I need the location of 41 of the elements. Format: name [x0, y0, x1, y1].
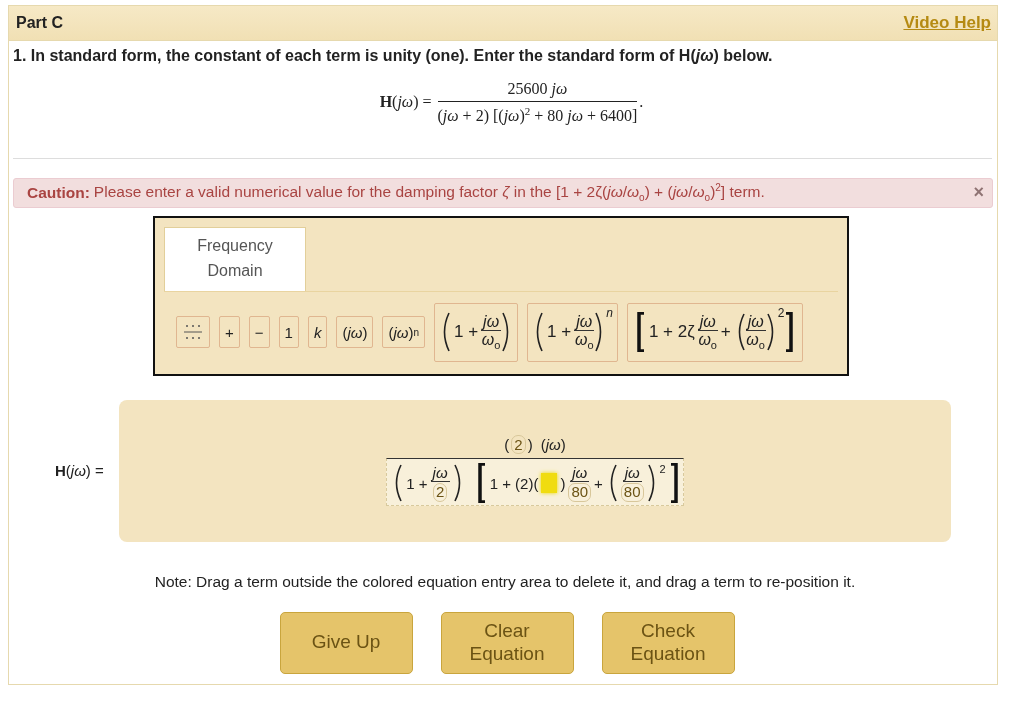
left-bracket-icon [635, 312, 646, 353]
action-button[interactable]: Check Equation [601, 611, 735, 674]
numerator-paren: ( [504, 436, 510, 454]
term-tile[interactable]: (jω)$^{n}$ [382, 316, 425, 349]
term-tile[interactable]: (jω) [336, 316, 374, 349]
term-text: 1 + (2)( [489, 474, 539, 492]
exponent: 2 [659, 463, 666, 476]
term-text: 1 + [406, 474, 428, 492]
answer-lhs: H(jω) = [55, 462, 105, 480]
numerator-paren: ) [527, 436, 533, 454]
part-title: Part C [16, 14, 64, 32]
palette-tab[interactable]: Frequency Domain [164, 226, 306, 291]
fraction-numerator: jω [622, 464, 642, 483]
fraction-term-tile[interactable] [176, 316, 210, 349]
note-text: Note: Drag a term outside the colored equation entry area to delete it, and drag a term to re-position it. [153, 572, 857, 591]
term-tile[interactable]: + [219, 316, 240, 349]
fraction-icon [183, 323, 203, 342]
damping-factor-field[interactable] [541, 473, 558, 494]
caution-message: Please enter a valid numerical value for the damping factor ζ in the [1 + 2ζ(jω/ω$_{o}$) + (jω/ω$_{o}$)$^{2}$] term. [93, 182, 766, 204]
corner-frequency-value[interactable]: 80 [568, 483, 592, 502]
fraction-numerator: jω [430, 464, 450, 483]
equation-period: . [639, 93, 644, 112]
left-bracket-icon [476, 463, 487, 504]
question-text: 1. In standard form, the constant of each term is unity (one). Enter the standard form of H(jω) below. [13, 47, 774, 65]
equation-denominator: (jω + 2) [(jω)$^{2}$ + 80 jω + 6400] [437, 104, 638, 126]
action-button[interactable]: Give Up [279, 611, 413, 674]
action-button[interactable]: Clear Equation [440, 611, 574, 674]
numerator-term[interactable]: (jω) [540, 436, 566, 454]
plus-sign: + [594, 474, 603, 492]
term-tile[interactable]: 1 [278, 316, 299, 349]
corner-frequency-value[interactable]: 80 [620, 483, 644, 502]
gain-value[interactable]: 2 [511, 435, 526, 455]
caution-label: Caution: [27, 183, 90, 202]
term-text: ) [560, 474, 566, 492]
term-tile[interactable]: − [248, 316, 270, 349]
equation-numerator: 25600 jω [437, 79, 638, 103]
fraction-numerator: jω [570, 464, 590, 483]
right-bracket-icon [784, 312, 795, 353]
term-tile[interactable]: k [307, 316, 328, 349]
right-bracket-icon [668, 463, 679, 504]
equation-lhs: H(jω) = [379, 93, 432, 112]
